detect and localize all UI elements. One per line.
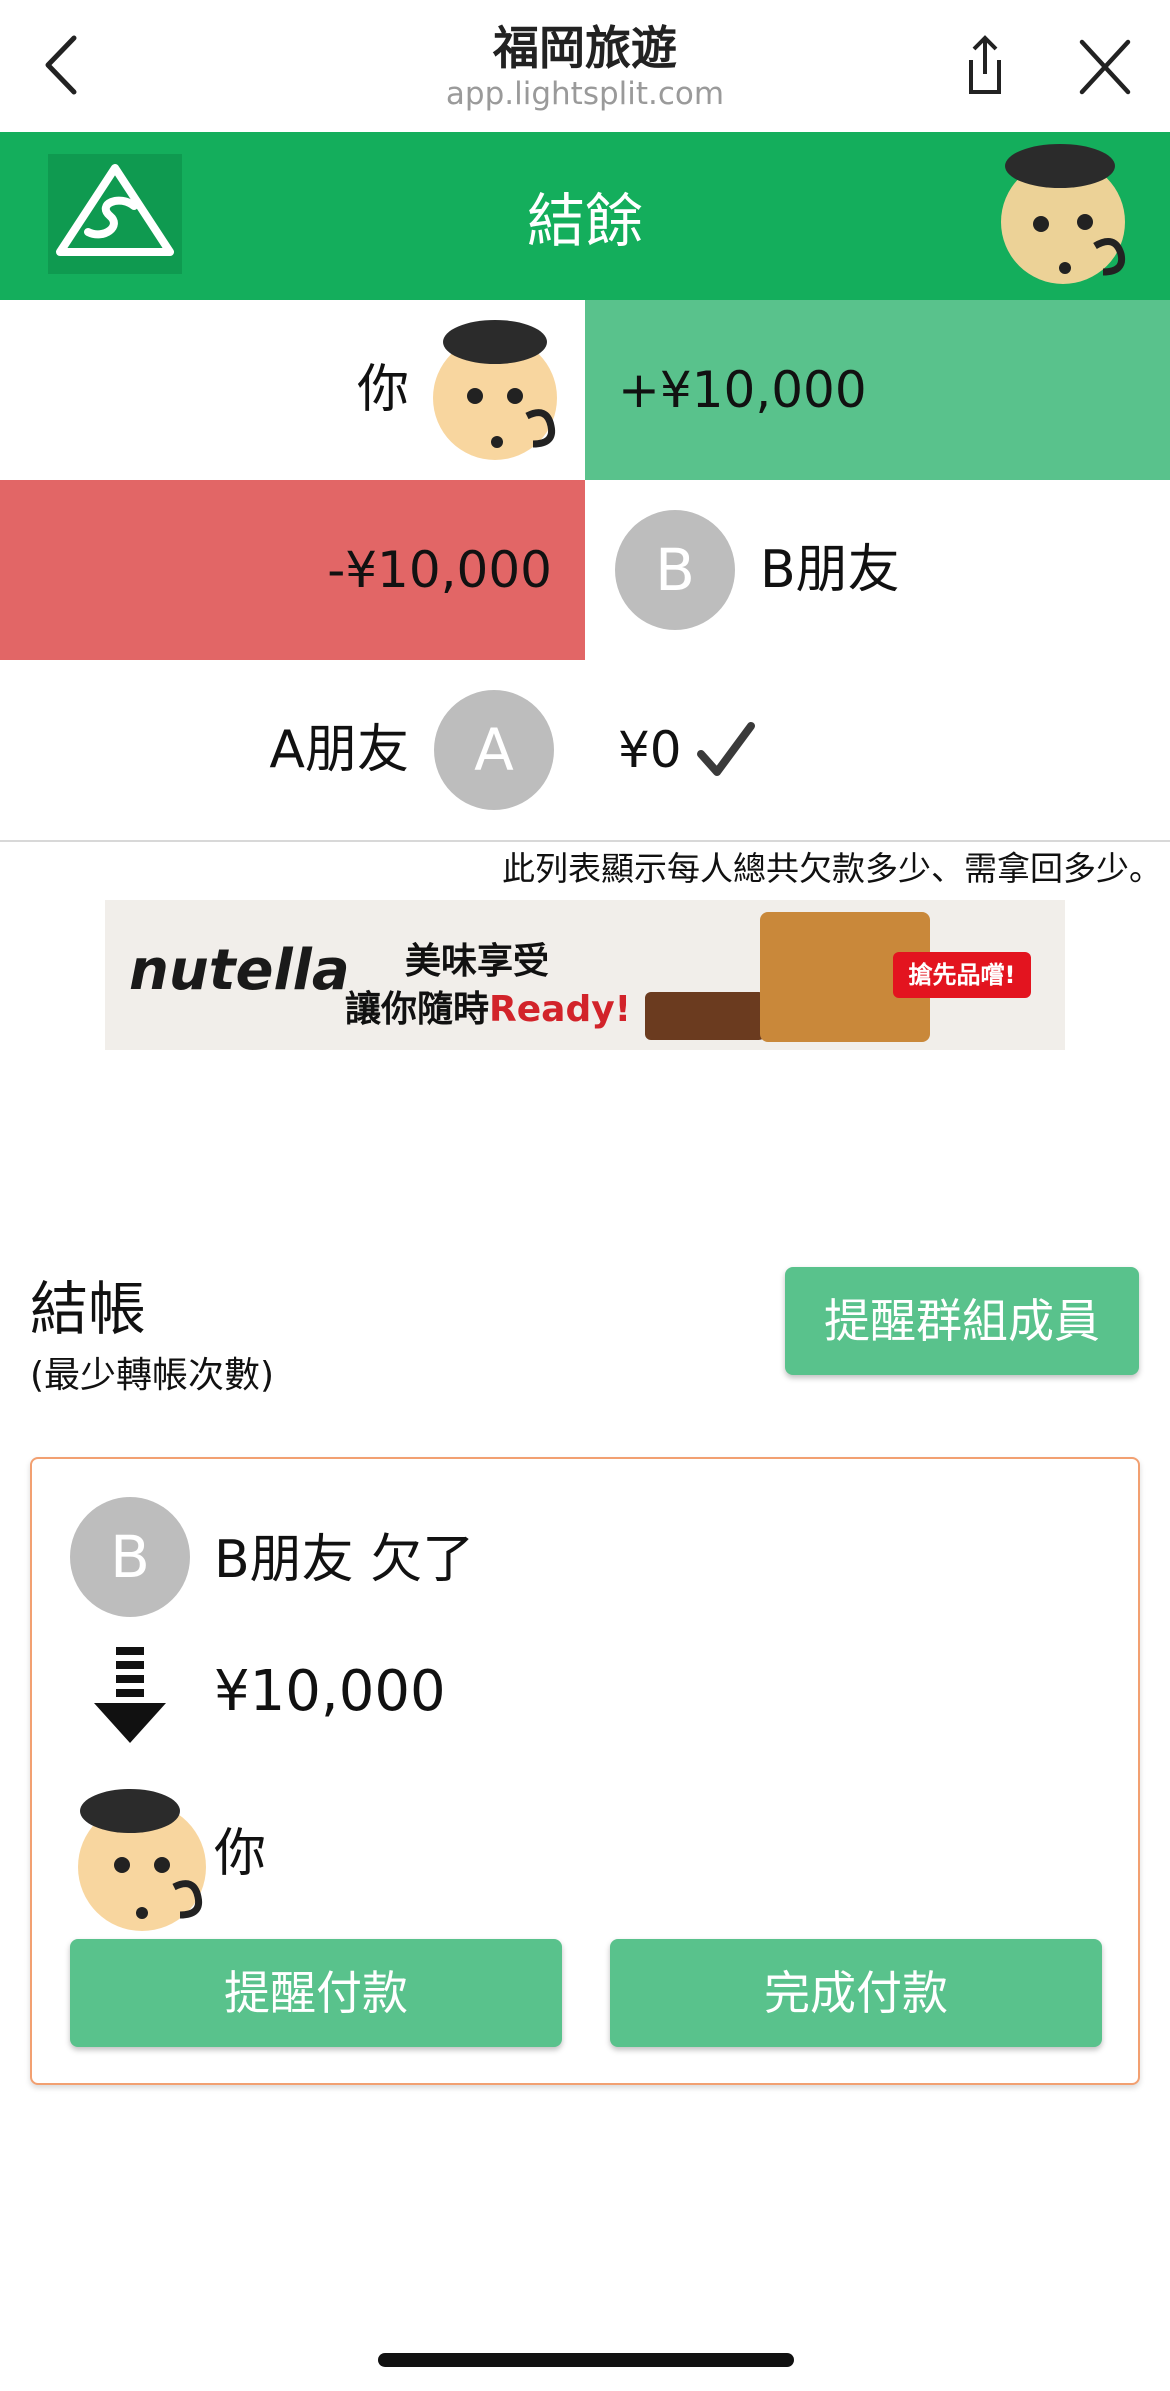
avatar-initial: B <box>70 1497 190 1617</box>
ad-brand: nutella <box>129 938 350 1003</box>
settlement-title: 結帳 <box>30 1275 147 1343</box>
balance-name: A朋友 <box>269 720 409 780</box>
share-icon[interactable] <box>950 30 1020 100</box>
balance-name: B朋友 <box>760 540 900 600</box>
settled-check-icon <box>697 722 755 776</box>
balance-amount: -¥10,000 <box>327 541 552 599</box>
settlement-card: B B朋友 欠了 ¥10,000 你 提醒付款 完成付款 <box>30 1457 1140 2085</box>
user-avatar <box>78 1789 206 1931</box>
balance-name: 你 <box>356 360 409 420</box>
balance-row-you: 你 +¥10,000 <box>0 300 1170 480</box>
avatar-initial: B <box>615 510 735 630</box>
balance-amount-cell: +¥10,000 <box>585 300 1170 480</box>
balance-row-b: -¥10,000 B B朋友 <box>0 480 1170 660</box>
ad-product-image <box>645 992 765 1040</box>
ad-cta-button[interactable]: 搶先品嚐! <box>893 952 1031 998</box>
home-indicator[interactable] <box>378 2353 794 2367</box>
app-header: 結餘 <box>0 132 1170 300</box>
complete-payment-button[interactable]: 完成付款 <box>610 1939 1102 2047</box>
balance-note: 此列表顯示每人總共欠款多少、需拿回多少。 <box>502 849 1162 888</box>
balance-amount: +¥10,000 <box>618 361 867 419</box>
ad-line-2: 讓你隨時Ready! <box>345 989 632 1030</box>
down-arrow-icon <box>94 1647 166 1743</box>
debtor-text: B朋友 欠了 <box>214 1530 475 1590</box>
ad-banner[interactable]: nutella 美味享受 讓你隨時Ready! 搶先品嚐! <box>105 900 1065 1050</box>
creditor-name: 你 <box>214 1824 267 1884</box>
balance-amount: ¥0 <box>618 721 682 779</box>
remind-group-button[interactable]: 提醒群組成員 <box>785 1267 1139 1375</box>
remind-payment-button[interactable]: 提醒付款 <box>70 1939 562 2047</box>
balance-name-cell: B B朋友 <box>585 480 1170 660</box>
user-avatar <box>433 320 557 460</box>
settlement-amount: ¥10,000 <box>214 1659 446 1724</box>
balance-amount-cell: -¥10,000 <box>0 480 585 660</box>
close-icon[interactable] <box>1070 36 1140 98</box>
balance-row-a: A朋友 A ¥0 <box>0 660 1170 840</box>
balance-name-cell: A朋友 A <box>0 660 585 840</box>
balance-amount-cell: ¥0 <box>585 660 1170 840</box>
ad-line-1: 美味享受 <box>405 941 550 982</box>
settlement-subtitle: (最少轉帳次數) <box>30 1355 275 1396</box>
avatar-initial: A <box>434 690 554 810</box>
browser-top-bar: 福岡旅遊 app.lightsplit.com <box>0 0 1170 132</box>
balance-name-cell: 你 <box>0 300 585 480</box>
user-avatar[interactable] <box>975 136 1155 296</box>
